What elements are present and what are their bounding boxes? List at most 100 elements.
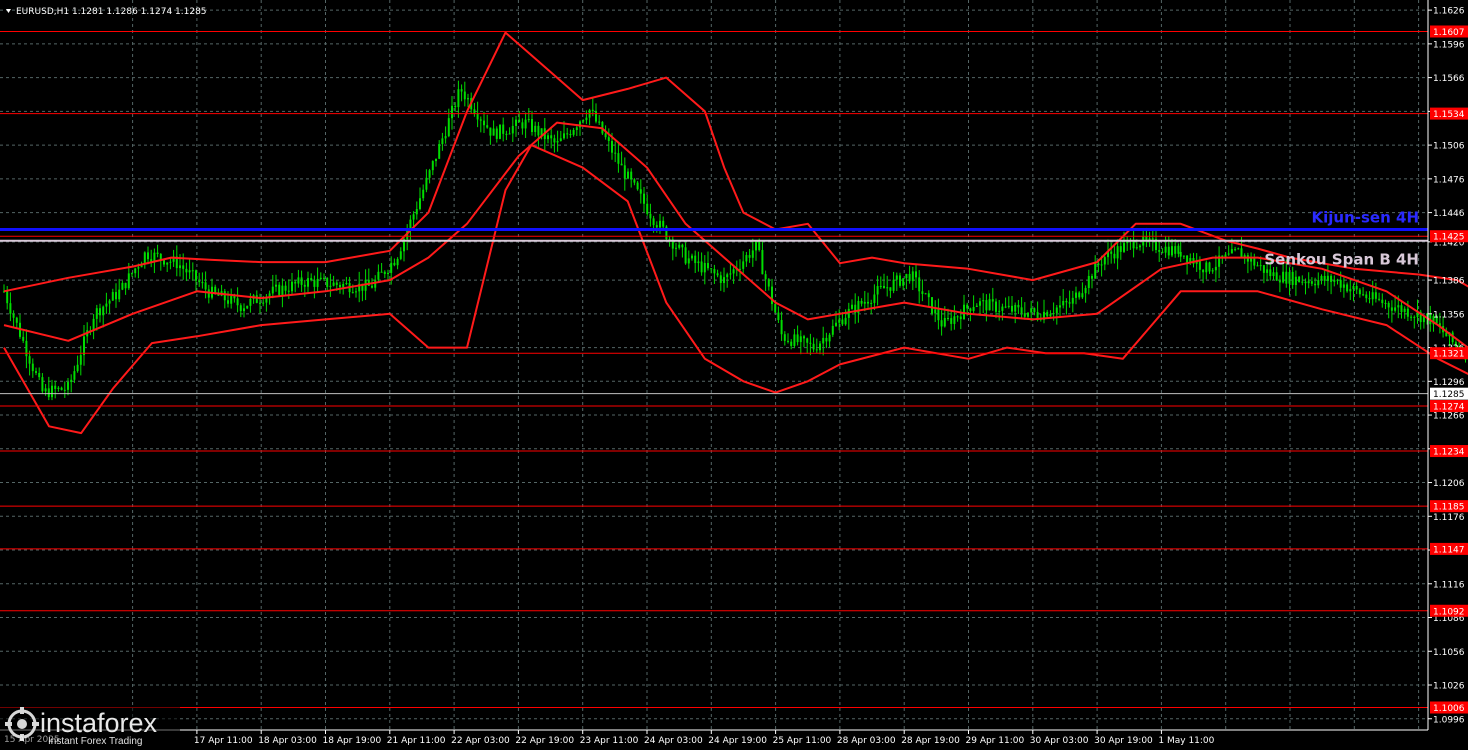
level-label: 1.1607 <box>1433 28 1465 38</box>
candle-body <box>835 322 837 326</box>
candle-body <box>1007 305 1010 307</box>
candle-body <box>1091 275 1093 279</box>
candle-body <box>1078 292 1081 298</box>
candle-body <box>979 301 981 306</box>
candle-body <box>563 133 565 139</box>
candle-body <box>547 135 549 140</box>
candle-body <box>307 278 309 287</box>
y-tick-label: 1.1476 <box>1433 175 1465 185</box>
candle-body <box>163 259 165 265</box>
candle-body <box>41 377 44 392</box>
candle-body <box>319 277 322 279</box>
candle-body <box>524 119 527 129</box>
candle-body <box>335 282 338 285</box>
candle-body <box>703 262 706 273</box>
candle-body <box>873 294 876 303</box>
candle-body <box>585 117 588 121</box>
y-tick-label: 1.1446 <box>1433 209 1465 219</box>
candle-body <box>649 213 652 219</box>
candle-body <box>809 342 812 344</box>
candle-body <box>1403 308 1406 313</box>
candle-body <box>655 225 658 228</box>
x-tick-label: 18 Apr 19:00 <box>323 736 382 746</box>
candle-body <box>860 301 863 304</box>
candle-body <box>995 301 997 312</box>
candle-body <box>383 271 386 275</box>
candle-body <box>1017 304 1020 308</box>
candle-body <box>607 137 610 141</box>
candle-body <box>905 274 908 279</box>
candle-body <box>723 277 725 283</box>
instaforex-logo: instaforex Instant Forex Trading 15 Apr … <box>0 706 180 750</box>
candle-body <box>300 277 303 285</box>
candle-body <box>793 334 796 346</box>
candle-body <box>1301 281 1304 283</box>
candle-body <box>1151 238 1154 240</box>
candle-body <box>1397 305 1400 308</box>
candle-body <box>399 251 402 259</box>
candle-body <box>310 278 313 281</box>
candle-body <box>99 308 101 316</box>
price-chart[interactable]: 1.16261.15961.15661.15361.15061.14761.14… <box>0 0 1468 750</box>
candle-body <box>707 262 709 269</box>
candle-body <box>937 309 940 321</box>
candle-body <box>956 316 959 318</box>
candle-body <box>620 163 623 166</box>
candle-body <box>1371 292 1374 300</box>
candle-body <box>35 371 37 373</box>
candle-body <box>1310 281 1313 284</box>
candle-body <box>1179 251 1182 257</box>
candle-body <box>1291 271 1294 286</box>
candle-body <box>444 136 447 139</box>
candle-body <box>438 144 441 159</box>
candle-body <box>764 274 767 280</box>
candle-body <box>1400 305 1403 313</box>
brand-name: instaforex <box>40 708 158 738</box>
candle-body <box>604 133 607 138</box>
candle-body <box>281 285 284 296</box>
level-label: 1.1006 <box>1433 704 1465 714</box>
candle-body <box>508 133 511 135</box>
candle-body <box>54 385 57 389</box>
candle-body <box>863 301 866 304</box>
candle-body <box>931 297 933 314</box>
candle-body <box>790 341 793 346</box>
candle-body <box>518 119 521 123</box>
candle-body <box>1097 263 1100 266</box>
candle-body <box>191 270 194 272</box>
candle-body <box>153 252 156 262</box>
candle-body <box>431 161 434 171</box>
candle-body <box>1320 275 1323 281</box>
candle-body <box>1081 293 1084 298</box>
candle-body <box>447 118 450 137</box>
candle-body <box>1094 263 1097 279</box>
candle-body <box>892 279 895 291</box>
candle-body <box>9 303 12 314</box>
candle-body <box>332 282 335 286</box>
candle-body <box>467 98 469 100</box>
candle-body <box>595 111 597 122</box>
candle-body <box>182 265 185 269</box>
candle-body <box>351 292 354 294</box>
candle-body <box>1174 246 1177 254</box>
candle-body <box>1390 307 1393 311</box>
candle-body <box>326 277 329 287</box>
candle-body <box>838 319 841 323</box>
candle-body <box>732 269 735 274</box>
candle-body <box>1059 305 1061 308</box>
candle-body <box>713 269 716 274</box>
candle-body <box>1001 306 1004 311</box>
y-tick-label: 1.1386 <box>1433 277 1465 287</box>
candle-body <box>758 240 761 251</box>
candle-body <box>1139 245 1141 248</box>
candle-body <box>118 289 121 300</box>
x-tick-label: 24 Apr 03:00 <box>644 736 703 746</box>
candle-body <box>1336 279 1339 281</box>
candle-body <box>1227 253 1230 255</box>
candle-body <box>380 271 383 273</box>
candle-body <box>108 300 111 304</box>
candle-body <box>623 165 626 179</box>
candle-body <box>982 300 985 302</box>
candle-body <box>761 250 764 275</box>
candle-body <box>1030 308 1033 313</box>
